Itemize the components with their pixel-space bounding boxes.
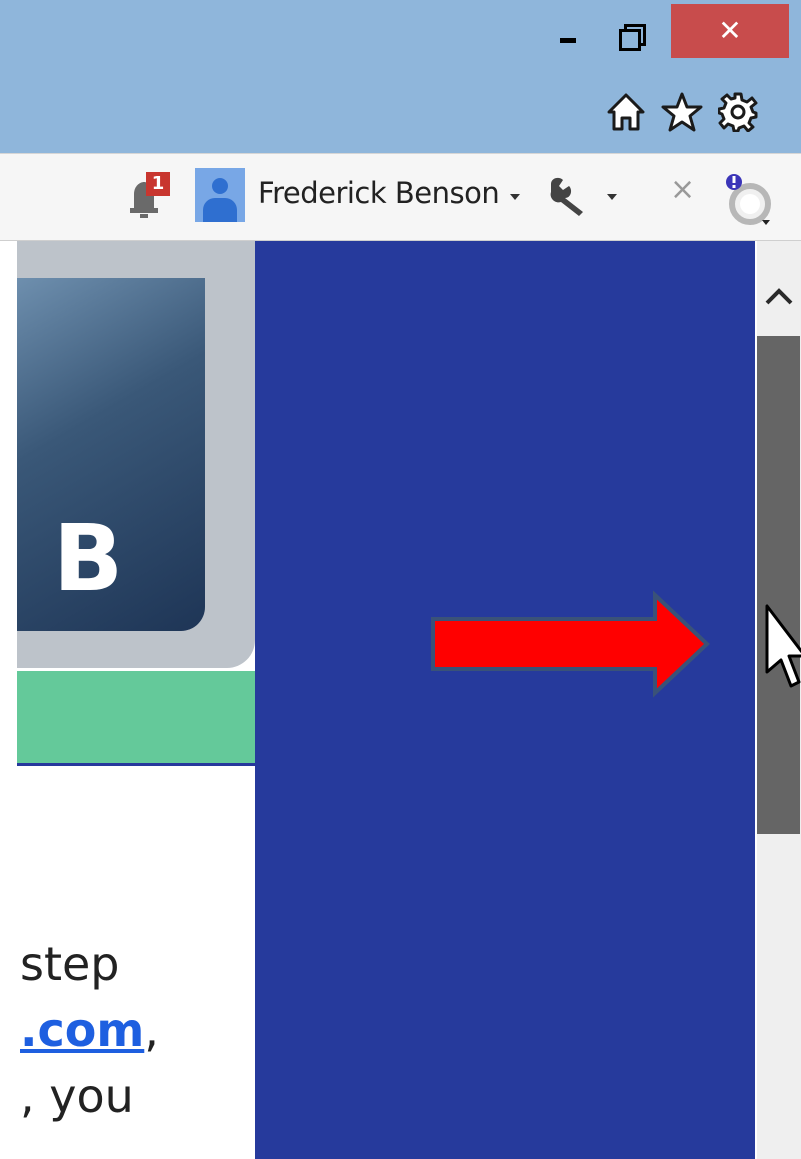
status-orb-icon[interactable] [716, 170, 776, 228]
logo-letter: B [53, 505, 124, 612]
green-band [17, 671, 255, 766]
restore-button[interactable] [606, 10, 656, 54]
text-line-1: step [20, 937, 120, 991]
chevron-up-icon[interactable] [759, 281, 799, 311]
text-line-3: , you [20, 1069, 134, 1123]
settings-button[interactable] [716, 88, 760, 136]
text-line-2: .com, [20, 997, 159, 1063]
avatar-head [212, 178, 228, 194]
page-margin [0, 241, 17, 1159]
avatar-body [203, 198, 237, 222]
page-content: B step .com, , you [0, 241, 757, 1159]
vertical-scrollbar[interactable] [757, 241, 801, 1159]
gear-icon [718, 92, 758, 132]
chevron-down-icon[interactable] [607, 194, 617, 200]
home-button[interactable] [604, 88, 648, 136]
close-icon[interactable]: × [670, 172, 695, 207]
wrench-icon[interactable] [545, 174, 591, 218]
toolbar: 1 Frederick Benson × [0, 153, 801, 241]
chevron-down-icon[interactable] [510, 194, 520, 200]
notification-badge: 1 [146, 172, 170, 196]
logo-tile: B [17, 278, 205, 631]
scrollbar-thumb[interactable] [757, 336, 800, 834]
home-icon [607, 93, 645, 131]
nav-icon-group [604, 88, 760, 136]
minimize-button[interactable] [550, 10, 590, 54]
right-arrow-icon [431, 590, 710, 698]
body-text: step .com, , you [20, 931, 159, 1129]
star-icon [661, 92, 703, 132]
close-button[interactable]: ✕ [671, 4, 789, 58]
user-name-menu[interactable]: Frederick Benson [258, 176, 500, 210]
restore-icon-back [619, 29, 641, 51]
user-avatar[interactable] [195, 168, 245, 222]
blue-panel [255, 241, 755, 1159]
text-line-2-tail: , [144, 1003, 159, 1057]
website-link[interactable]: .com [20, 1003, 144, 1057]
favorites-button[interactable] [660, 88, 704, 136]
title-bar: ✕ [0, 0, 801, 153]
mouse-cursor-icon [765, 604, 801, 688]
